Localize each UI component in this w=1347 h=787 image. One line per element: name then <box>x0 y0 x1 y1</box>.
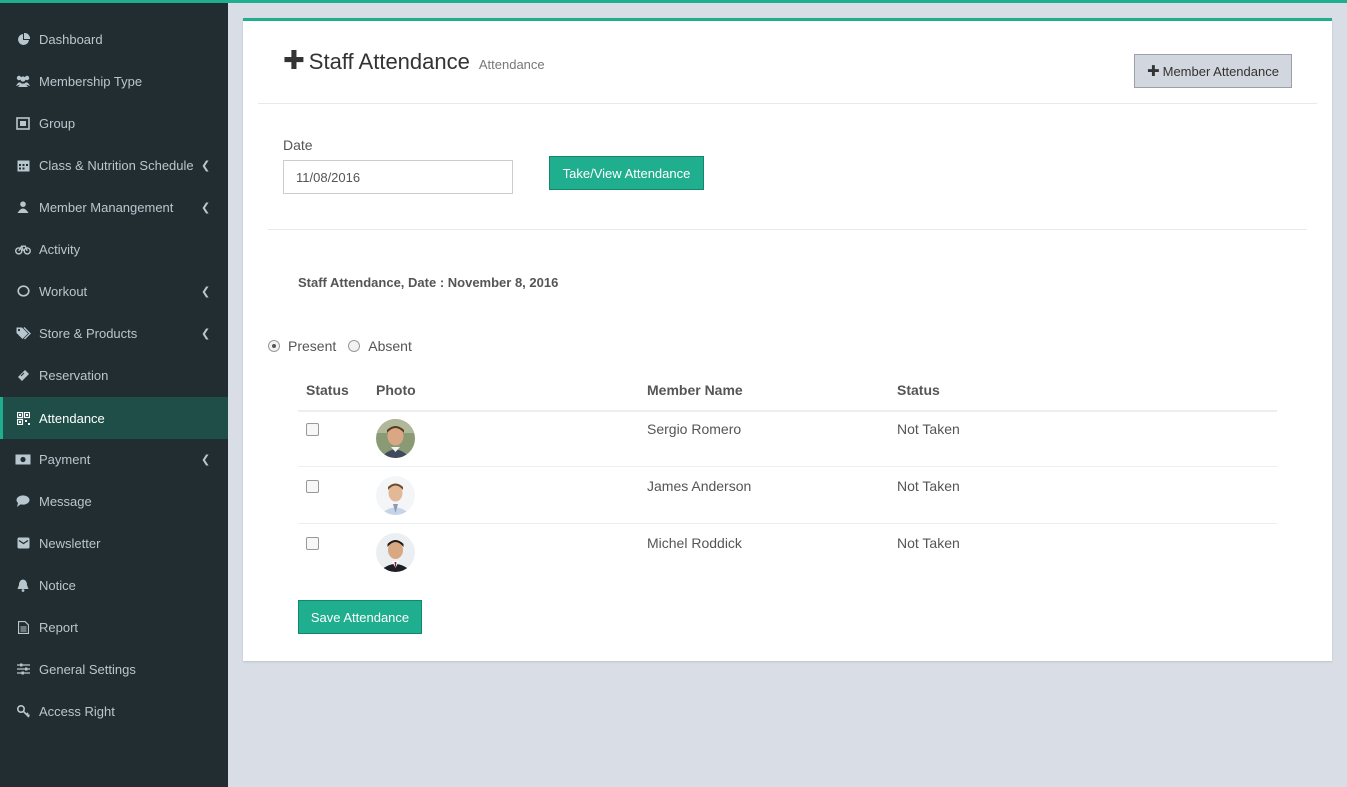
column-header-member-name: Member Name <box>647 382 743 398</box>
chevron-left-icon: ❮ <box>201 453 211 466</box>
sidebar-item-label: Store & Products <box>39 325 138 341</box>
chevron-left-icon: ❮ <box>201 159 211 172</box>
attendance-checkbox[interactable] <box>306 480 319 493</box>
sidebar-item-label: Report <box>39 619 79 635</box>
file-text-icon <box>15 619 31 635</box>
sidebar-item-store-products[interactable]: Store & Products ❮ <box>0 312 228 354</box>
column-header-status: Status <box>306 382 349 398</box>
sidebar-item-reservation[interactable]: Reservation <box>0 354 228 396</box>
attendance-heading: Staff Attendance, Date : November 8, 201… <box>298 275 559 290</box>
sidebar-item-general-settings[interactable]: General Settings <box>0 648 228 690</box>
member-name: Sergio Romero <box>647 421 742 437</box>
member-name: Michel Roddick <box>647 535 742 551</box>
avatar <box>376 533 415 572</box>
plus-icon: ✚ <box>283 45 305 75</box>
sidebar-item-label: Message <box>39 493 92 509</box>
sidebar-item-label: Workout <box>39 283 88 299</box>
sidebar-item-notice[interactable]: Notice <box>0 564 228 606</box>
envelope-icon <box>15 535 31 551</box>
date-label: Date <box>283 137 313 153</box>
present-radio[interactable] <box>268 340 280 352</box>
sidebar-item-payment[interactable]: Payment ❮ <box>0 438 228 480</box>
sliders-icon <box>15 661 31 677</box>
avatar <box>376 419 415 458</box>
lemon-icon <box>15 283 31 299</box>
divider <box>258 103 1317 104</box>
ticket-icon <box>15 367 31 383</box>
staff-attendance-panel: ✚ Staff Attendance Attendance ✚ Member A… <box>243 18 1332 661</box>
sidebar: Dashboard Membership Type Group Class & … <box>0 3 228 787</box>
present-label: Present <box>288 338 337 354</box>
chevron-left-icon: ❮ <box>201 285 211 298</box>
pie-chart-icon <box>15 31 31 47</box>
attendance-type-radio-group: Present Absent <box>268 338 424 354</box>
sidebar-item-member-management[interactable]: Member Manangement ❮ <box>0 186 228 228</box>
sidebar-item-label: Group <box>39 115 76 131</box>
member-attendance-button[interactable]: ✚ Member Attendance <box>1134 54 1292 88</box>
sidebar-item-label: Class & Nutrition Schedule <box>39 157 194 173</box>
table-header-divider <box>298 410 1277 412</box>
group-icon <box>15 115 31 131</box>
take-view-attendance-button[interactable]: Take/View Attendance <box>549 156 704 190</box>
sidebar-item-label: Dashboard <box>39 31 103 47</box>
key-icon <box>15 703 31 719</box>
sidebar-item-membership-type[interactable]: Membership Type <box>0 60 228 102</box>
sidebar-item-label: Newsletter <box>39 535 101 551</box>
sidebar-item-label: Reservation <box>39 367 109 383</box>
sidebar-item-access-right[interactable]: Access Right <box>0 690 228 732</box>
sidebar-item-attendance[interactable]: Attendance <box>0 397 228 439</box>
attendance-status: Not Taken <box>897 478 960 494</box>
sidebar-item-class-nutrition-schedule[interactable]: Class & Nutrition Schedule ❮ <box>0 144 228 186</box>
attendance-status: Not Taken <box>897 535 960 551</box>
column-header-photo: Photo <box>376 382 416 398</box>
sidebar-item-message[interactable]: Message <box>0 480 228 522</box>
qrcode-icon <box>15 410 31 426</box>
plus-icon: ✚ <box>1147 63 1160 80</box>
tags-icon <box>15 325 31 341</box>
sidebar-item-workout[interactable]: Workout ❮ <box>0 270 228 312</box>
sidebar-item-label: Notice <box>39 577 76 593</box>
row-divider <box>298 466 1277 467</box>
member-attendance-label: Member Attendance <box>1162 63 1279 79</box>
attendance-checkbox[interactable] <box>306 537 319 550</box>
date-input[interactable] <box>283 160 513 194</box>
bell-icon <box>15 577 31 593</box>
calendar-icon <box>15 157 31 173</box>
sidebar-item-label: Membership Type <box>39 73 143 89</box>
row-divider <box>298 523 1277 524</box>
save-attendance-button[interactable]: Save Attendance <box>298 600 422 634</box>
chevron-left-icon: ❮ <box>201 327 211 340</box>
absent-label: Absent <box>368 338 412 354</box>
page-title: Staff Attendance <box>308 49 470 74</box>
chevron-left-icon: ❮ <box>201 201 211 214</box>
sidebar-item-label: Activity <box>39 241 81 257</box>
sidebar-item-report[interactable]: Report <box>0 606 228 648</box>
sidebar-item-label: Attendance <box>39 410 105 426</box>
money-icon <box>15 451 31 467</box>
user-icon <box>15 199 31 215</box>
sidebar-item-label: General Settings <box>39 661 136 677</box>
page-header: ✚ Staff Attendance Attendance <box>283 47 545 75</box>
page-subtitle: Attendance <box>478 57 545 72</box>
sidebar-item-label: Payment <box>39 451 91 467</box>
users-icon <box>15 73 31 89</box>
sidebar-item-activity[interactable]: Activity <box>0 228 228 270</box>
sidebar-item-label: Access Right <box>39 703 115 719</box>
sidebar-item-dashboard[interactable]: Dashboard <box>0 18 228 60</box>
attendance-checkbox[interactable] <box>306 423 319 436</box>
sidebar-item-label: Member Manangement <box>39 199 174 215</box>
column-header-status-2: Status <box>897 382 940 398</box>
divider <box>268 229 1307 230</box>
bicycle-icon <box>15 241 31 257</box>
sidebar-item-newsletter[interactable]: Newsletter <box>0 522 228 564</box>
absent-radio[interactable] <box>348 340 361 352</box>
member-name: James Anderson <box>647 478 752 494</box>
comment-icon <box>15 493 31 509</box>
avatar <box>376 476 415 515</box>
attendance-status: Not Taken <box>897 421 960 437</box>
sidebar-item-group[interactable]: Group <box>0 102 228 144</box>
